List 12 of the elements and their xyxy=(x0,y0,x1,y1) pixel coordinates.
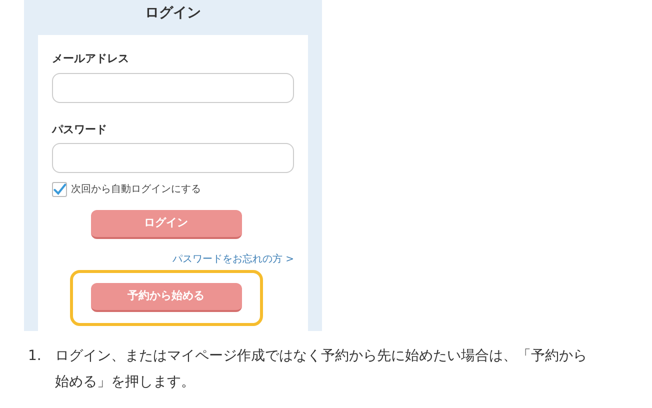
checkbox-label: 次回から自動ログインにする xyxy=(71,183,201,197)
login-button[interactable]: ログイン xyxy=(90,210,242,239)
screen-title: ログイン xyxy=(144,4,202,23)
instruction-text: ログイン、またはマイページ作成ではなく予約から先に始めたい場合は、「予約から始める」を押します。 xyxy=(55,347,588,392)
field-label: パスワード xyxy=(52,122,108,138)
forgot-password-link[interactable]: パスワードをお忘れの方 > xyxy=(172,252,294,267)
password-field[interactable] xyxy=(52,143,294,173)
start-reservation-button[interactable]: 予約から始める xyxy=(90,282,242,312)
list-number: 1. xyxy=(28,347,42,366)
checkbox[interactable] xyxy=(52,182,67,197)
email-field[interactable] xyxy=(52,72,294,102)
field-label: メールアドレス xyxy=(52,51,130,67)
